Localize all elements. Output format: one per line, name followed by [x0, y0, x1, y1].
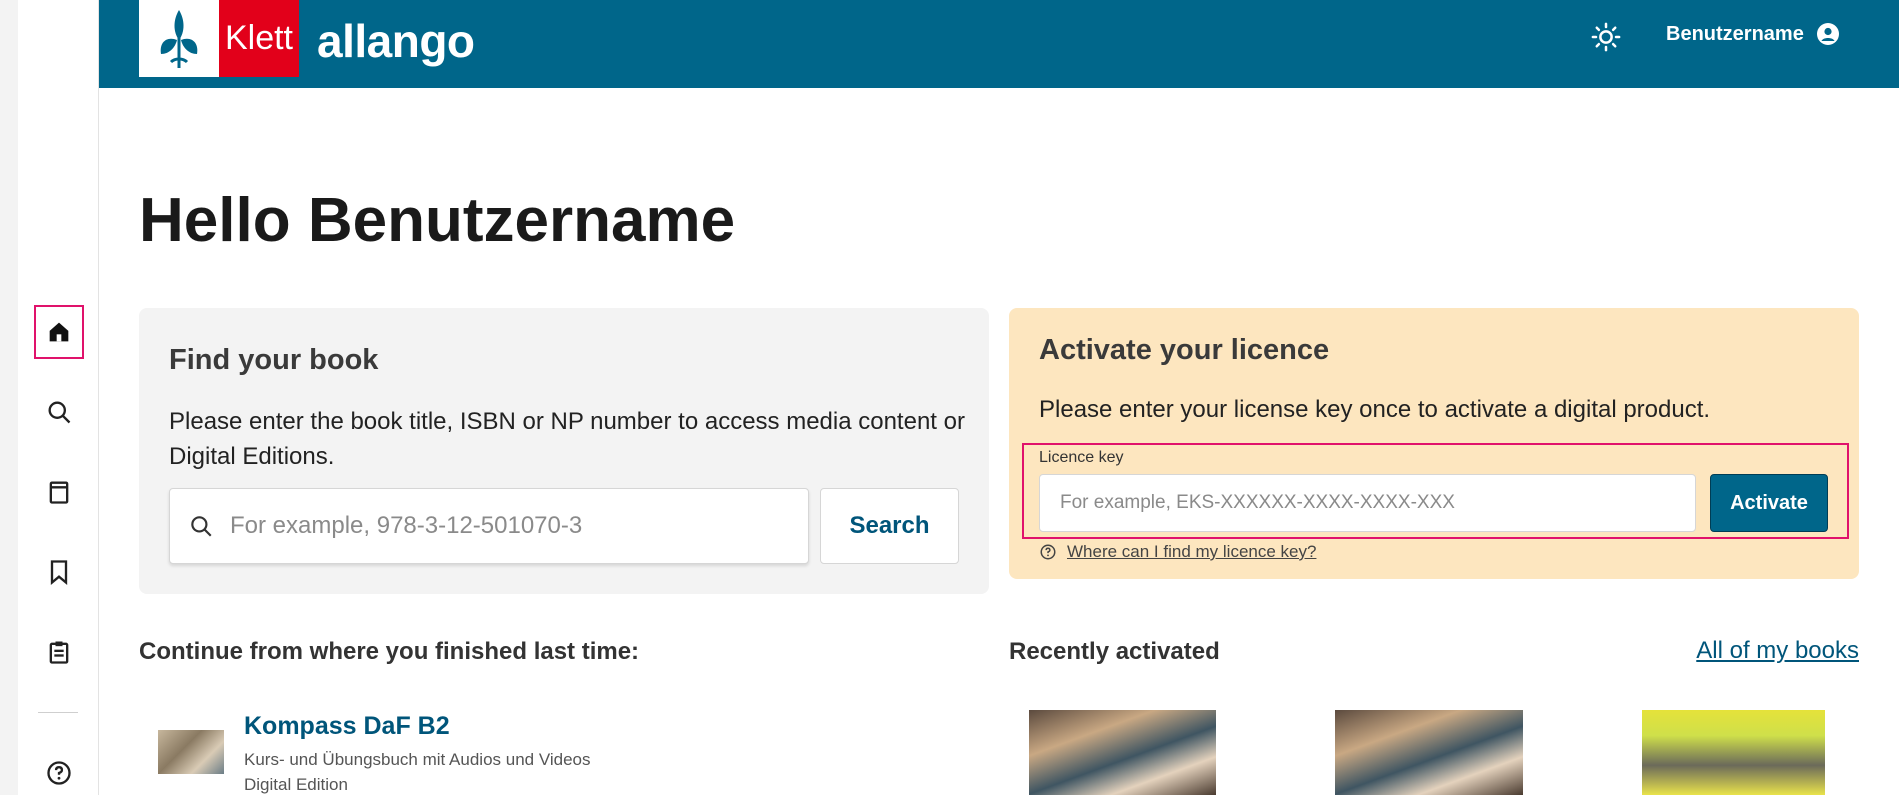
continue-book-item[interactable]: Kompass DaF B2 Kurs- und Übungsbuch mit …: [158, 712, 591, 797]
book-icon: [49, 481, 69, 504]
sidebar-item-help[interactable]: [34, 746, 84, 800]
book-subtitle-line: Kurs- und Übungsbuch mit Audios und Vide…: [244, 750, 591, 769]
book-subtitle: Kurs- und Übungsbuch mit Audios und Vide…: [244, 747, 591, 797]
continue-section-title: Continue from where you finished last ti…: [139, 638, 640, 665]
licence-key-field: Licence key Activate: [1022, 443, 1849, 539]
sidebar-item-bookmarks[interactable]: [34, 545, 84, 599]
licence-help-link[interactable]: Where can I find my licence key?: [1067, 542, 1316, 562]
top-bar: Klett allango Benutzername: [99, 0, 1899, 88]
greeting-hello: Hello: [139, 186, 291, 255]
sun-icon: [1591, 22, 1621, 52]
find-book-description: Please enter the book title, ISBN or NP …: [169, 408, 965, 470]
sidebar-item-books[interactable]: [34, 465, 84, 519]
activate-licence-card: Activate your licence Please enter your …: [1009, 308, 1859, 579]
find-book-title: Find your book: [169, 344, 379, 376]
search-icon: [191, 516, 212, 537]
username-label: Benutzername: [1666, 22, 1804, 45]
help-icon: [1040, 544, 1056, 560]
book-search-field[interactable]: [169, 488, 809, 564]
klett-leaf-logo: [139, 0, 219, 77]
page-greeting: Hello Benutzername: [139, 185, 735, 256]
sidebar-item-home[interactable]: [34, 305, 84, 359]
book-info: Kompass DaF B2 Kurs- und Übungsbuch mit …: [244, 712, 591, 797]
find-book-card: Find your book Please enter the book tit…: [139, 308, 989, 594]
recent-section-title: Recently activated: [1009, 638, 1220, 665]
brand-logo[interactable]: Klett: [139, 0, 299, 77]
leaf-icon: [160, 9, 198, 68]
greeting-name: Benutzername: [307, 186, 736, 255]
book-thumbnail: [158, 730, 224, 774]
licence-key-label: Licence key: [1039, 449, 1124, 466]
theme-toggle-button[interactable]: [1589, 20, 1623, 54]
sidebar-divider: [38, 712, 78, 713]
licence-help: Where can I find my licence key?: [1039, 542, 1316, 562]
clipboard-icon: [49, 641, 69, 664]
user-circle-icon: [1816, 23, 1839, 45]
user-menu-button[interactable]: Benutzername: [1666, 22, 1840, 46]
recent-book-cover[interactable]: [1029, 710, 1216, 795]
all-books-link[interactable]: All of my books: [1696, 637, 1859, 665]
sidebar: [18, 0, 99, 795]
search-button[interactable]: Search: [820, 488, 959, 564]
book-title[interactable]: Kompass DaF B2: [244, 712, 591, 741]
brand-name: allango: [317, 15, 475, 67]
activate-button[interactable]: Activate: [1710, 474, 1828, 532]
recent-book-cover[interactable]: [1642, 710, 1825, 795]
recent-book-cover[interactable]: [1335, 710, 1523, 795]
book-edition: Digital Edition: [244, 775, 348, 794]
sidebar-item-tasks[interactable]: [34, 625, 84, 679]
home-icon: [49, 322, 69, 342]
bookmark-icon: [50, 560, 68, 585]
sidebar-item-search[interactable]: [34, 385, 84, 439]
book-search-input[interactable]: [230, 512, 808, 540]
licence-key-input[interactable]: [1039, 474, 1696, 532]
brand-klett: Klett: [219, 0, 299, 77]
search-icon: [48, 401, 71, 424]
licence-description: Please enter your license key once to ac…: [1039, 396, 1711, 423]
window-gutter: [0, 0, 18, 795]
help-icon: [47, 761, 71, 785]
licence-title: Activate your licence: [1039, 334, 1330, 366]
